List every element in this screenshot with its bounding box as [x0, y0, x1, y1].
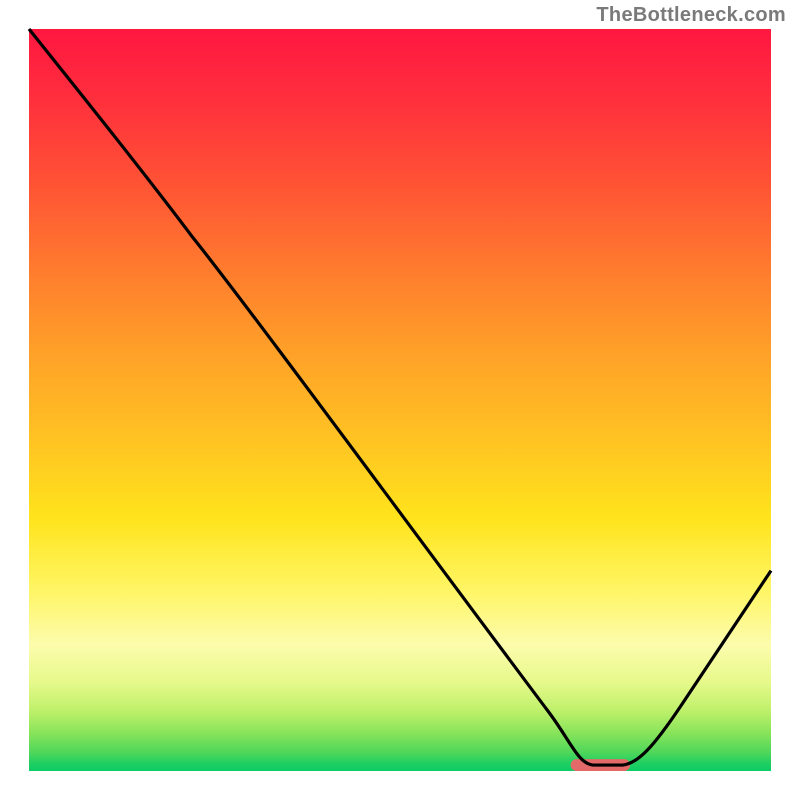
attribution-text: TheBottleneck.com — [596, 4, 786, 27]
plot-border — [29, 29, 771, 771]
chart-plot-area — [29, 29, 771, 771]
